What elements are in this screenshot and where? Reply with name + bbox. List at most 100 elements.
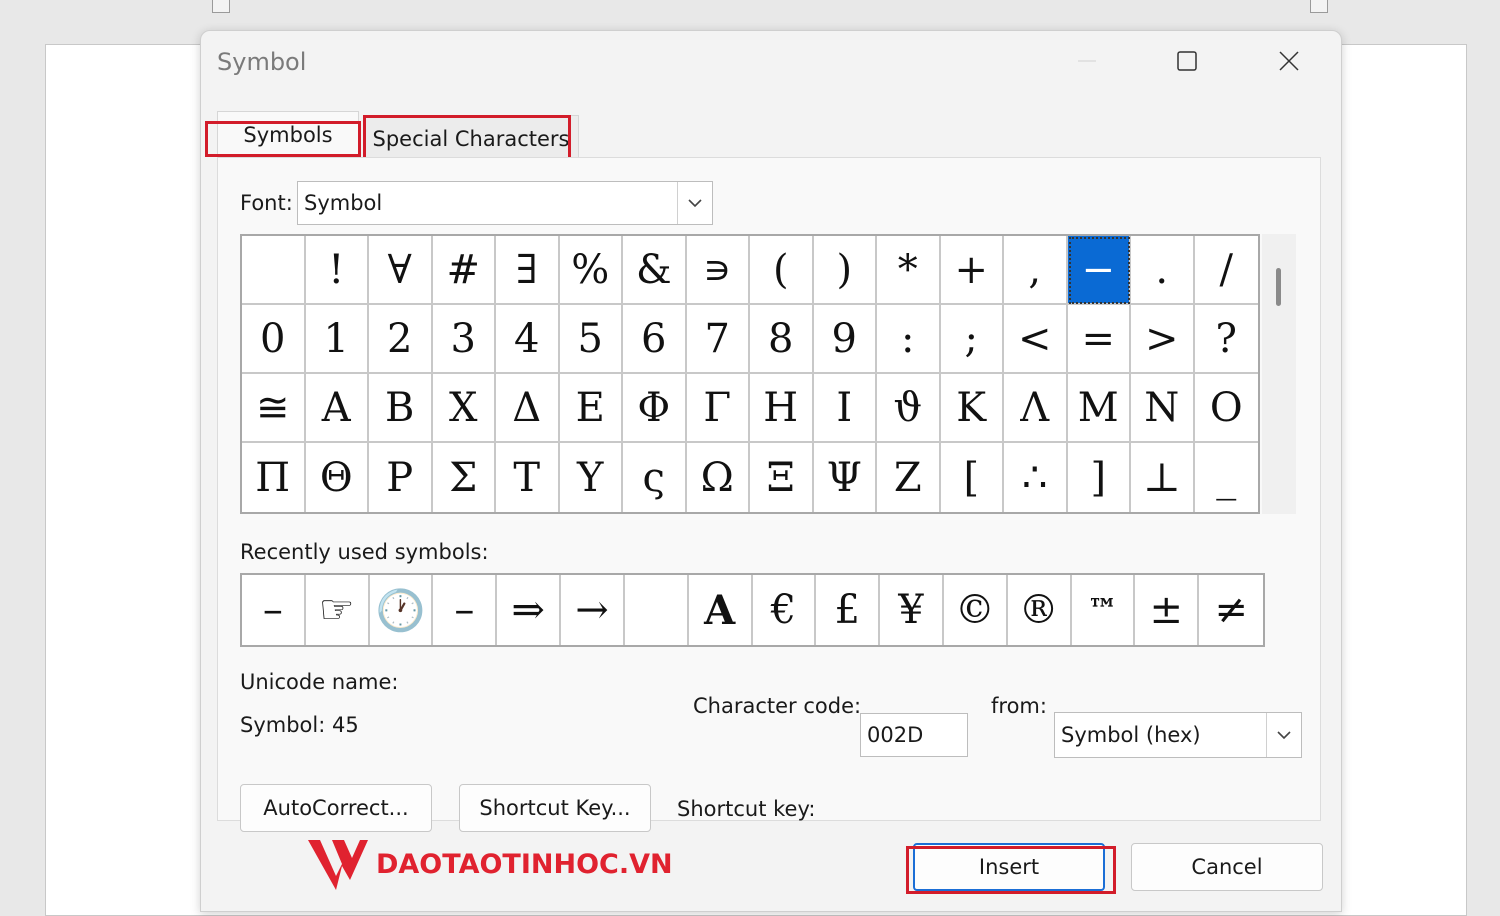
symbol-cell[interactable]: [ (941, 443, 1004, 512)
tab-special-characters[interactable]: Special Characters (363, 115, 579, 161)
symbol-cell[interactable]: Γ (686, 374, 750, 443)
symbol-cell[interactable]: ≅ (242, 374, 306, 443)
unicode-name-label: Unicode name: (240, 670, 399, 694)
symbol-cell[interactable]: , (1004, 236, 1068, 305)
symbol-cell[interactable]: ⊥ (1131, 443, 1195, 512)
symbol-cell[interactable]: Ξ (750, 443, 814, 512)
symbol-cell[interactable]: + (940, 236, 1004, 305)
insert-button[interactable]: Insert (913, 843, 1105, 891)
symbol-cell[interactable]: 8 (750, 305, 814, 374)
recent-symbol-cell[interactable]: 🕐 (370, 575, 434, 645)
symbol-cell[interactable]: ! (305, 236, 369, 305)
minimize-icon (1078, 60, 1096, 62)
symbol-cell[interactable]: Υ (560, 443, 623, 512)
symbol-cell[interactable]: ∀ (369, 236, 433, 305)
recent-symbol-cell[interactable]: ™ (1072, 575, 1136, 645)
symbol-grid-scrollbar[interactable] (1262, 234, 1296, 514)
symbol-cell[interactable]: Η (750, 374, 814, 443)
symbol-cell[interactable]: 9 (813, 305, 877, 374)
character-code-input[interactable]: 002D (860, 713, 968, 757)
symbol-cell[interactable]: Β (369, 374, 433, 443)
minimize-button[interactable] (1065, 41, 1109, 81)
symbol-cell[interactable]: ∃ (496, 236, 560, 305)
symbol-cell[interactable]: Ω (687, 443, 750, 512)
symbol-cell[interactable]: Π (242, 443, 306, 512)
symbol-cell[interactable]: ϑ (877, 374, 941, 443)
symbol-cell[interactable]: Σ (433, 443, 496, 512)
recent-symbol-cell[interactable]: © (944, 575, 1008, 645)
recent-symbol-cell[interactable]: € (753, 575, 817, 645)
symbol-cell[interactable]: ) (813, 236, 877, 305)
recent-symbol-cell[interactable]: – (242, 575, 306, 645)
character-code-label: Character code: (693, 694, 862, 718)
symbol-cell[interactable]: ] (1068, 443, 1131, 512)
recent-symbol-cell[interactable]: – (433, 575, 498, 645)
recent-symbol-cell[interactable]: ± (1135, 575, 1200, 645)
recent-symbol-cell[interactable]: ® (1008, 575, 1072, 645)
symbol-cell[interactable]: Ο (1194, 374, 1258, 443)
symbol-cell[interactable]: * (877, 236, 941, 305)
symbol-cell[interactable]: Θ (306, 443, 369, 512)
symbol-cell[interactable]: ς (623, 443, 687, 512)
recent-symbol-cell[interactable]: ≠ (1199, 575, 1263, 645)
font-select[interactable]: Symbol (297, 181, 713, 225)
recent-symbol-cell[interactable]: ☞ (306, 575, 370, 645)
symbol-cell[interactable]: / (1194, 236, 1258, 305)
symbol-cell[interactable]: 3 (432, 305, 496, 374)
symbol-cell[interactable]: ; (940, 305, 1004, 374)
symbol-cell[interactable]: 6 (623, 305, 687, 374)
symbol-cell[interactable]: Χ (432, 374, 496, 443)
symbol-cell[interactable]: 5 (559, 305, 623, 374)
symbol-cell[interactable]: # (432, 236, 496, 305)
tab-symbols[interactable]: Symbols (217, 111, 359, 157)
symbol-cell[interactable]: : (877, 305, 941, 374)
symbol-cell[interactable]: & (623, 236, 687, 305)
symbol-cell[interactable]: ∴ (1004, 443, 1068, 512)
recent-symbol-cell[interactable] (625, 575, 689, 645)
symbol-cell[interactable]: = (1067, 305, 1131, 374)
symbol-cell[interactable]: > (1131, 305, 1195, 374)
recent-symbol-cell[interactable]: → (561, 575, 625, 645)
symbol-cell[interactable]: % (559, 236, 623, 305)
symbol-cell[interactable]: Ν (1131, 374, 1195, 443)
cancel-button[interactable]: Cancel (1131, 843, 1323, 891)
recent-symbol-cell[interactable]: ¥ (880, 575, 944, 645)
close-button[interactable] (1267, 41, 1311, 81)
symbol-cell[interactable]: Φ (623, 374, 687, 443)
scrollbar-thumb[interactable] (1276, 268, 1281, 306)
symbol-cell[interactable]: Μ (1067, 374, 1131, 443)
symbol-cell[interactable]: Ψ (814, 443, 877, 512)
autocorrect-button[interactable]: AutoCorrect... (240, 784, 432, 832)
symbol-cell[interactable]: Ζ (877, 443, 941, 512)
symbol-cell[interactable]: . (1131, 236, 1195, 305)
symbol-cell[interactable]: Τ (496, 443, 560, 512)
symbol-cell[interactable]: 1 (305, 305, 369, 374)
recent-symbols-list: – ☞ 🕐 – ⇒ → A € £ ¥ © ® ™ ± ≠ (240, 573, 1265, 647)
symbol-cell[interactable]: 2 (369, 305, 433, 374)
symbol-cell[interactable]: 0 (242, 305, 306, 374)
symbol-cell[interactable] (242, 236, 306, 305)
symbol-cell[interactable]: Ε (559, 374, 623, 443)
symbol-cell[interactable]: Δ (496, 374, 560, 443)
symbol-cell[interactable]: _ (1195, 443, 1259, 512)
symbol-cell[interactable]: 7 (686, 305, 750, 374)
symbol-cell[interactable]: < (1004, 305, 1068, 374)
symbol-cell[interactable]: − (1067, 236, 1131, 305)
symbol-cell[interactable]: ? (1194, 305, 1258, 374)
recent-symbol-cell[interactable]: £ (816, 575, 881, 645)
symbol-cell[interactable]: Κ (940, 374, 1004, 443)
symbol-cell[interactable]: Ρ (369, 443, 433, 512)
font-label: Font: (240, 191, 293, 215)
symbol-cell[interactable]: 4 (496, 305, 560, 374)
maximize-button[interactable] (1165, 41, 1209, 81)
symbol-cell[interactable]: Λ (1004, 374, 1068, 443)
recent-symbol-cell[interactable]: ⇒ (497, 575, 562, 645)
symbol-cell[interactable]: Α (305, 374, 369, 443)
symbol-cell[interactable]: ( (750, 236, 814, 305)
recent-symbol-cell[interactable]: A (689, 575, 753, 645)
ruler-marker (1310, 0, 1328, 13)
symbol-cell[interactable]: ∍ (686, 236, 750, 305)
shortcut-key-button[interactable]: Shortcut Key... (459, 784, 651, 832)
symbol-cell[interactable]: Ι (813, 374, 877, 443)
from-select[interactable]: Symbol (hex) (1054, 712, 1302, 758)
